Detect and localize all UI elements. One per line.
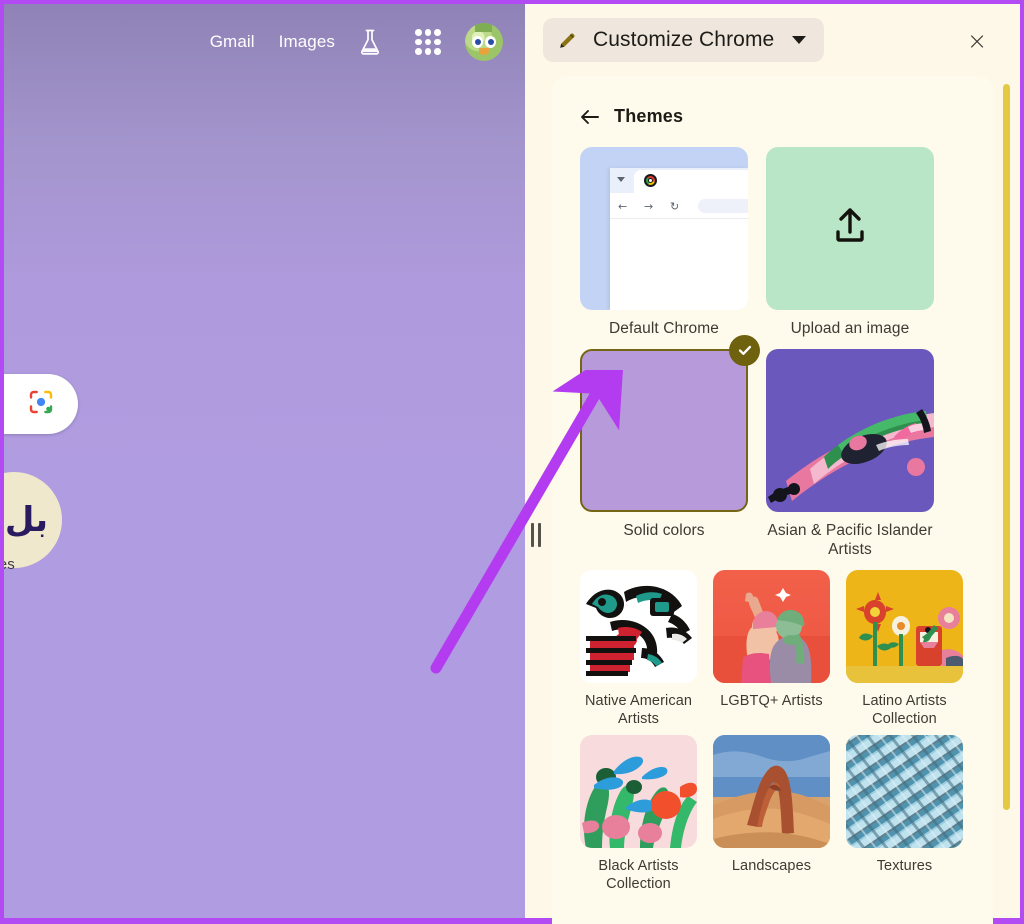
thumbnail-wrap	[580, 334, 760, 512]
themes-row-2: Solid colors Asian & Pacific Islander Ar…	[580, 334, 971, 560]
native-american-thumbnail	[580, 570, 697, 684]
thumbnail-wrap	[580, 570, 697, 684]
reload-mini-icon: ↻	[670, 200, 680, 213]
check-icon	[729, 334, 760, 366]
gmail-link[interactable]: Gmail	[210, 32, 255, 52]
upload-icon	[828, 204, 872, 253]
thumbnail-wrap: ← → ↻	[580, 147, 748, 310]
theme-solid-colors[interactable]: Solid colors	[580, 334, 760, 560]
themes-row-4: Black Artists Collection Landscapes Text…	[580, 734, 971, 894]
stories-label: ries	[4, 556, 15, 573]
theme-black-artists-collection[interactable]: Black Artists Collection	[580, 734, 697, 894]
default-chrome-thumbnail: ← → ↻	[580, 147, 748, 310]
images-link[interactable]: Images	[279, 32, 335, 52]
chrome-logo-icon	[644, 174, 657, 187]
chevron-down-icon[interactable]	[792, 36, 807, 44]
google-lens-button[interactable]	[4, 374, 78, 434]
google-lens-icon	[28, 389, 54, 420]
theme-textures[interactable]: Textures	[846, 734, 963, 894]
account-avatar[interactable]	[465, 23, 503, 61]
thumbnail-wrap	[846, 734, 963, 848]
theme-lgbtq-artists[interactable]: LGBTQ+ Artists	[713, 570, 830, 729]
google-apps-grid-icon[interactable]	[413, 27, 443, 57]
lgbtq-artists-thumbnail	[713, 570, 830, 684]
asian-pacific-islander-thumbnail	[766, 348, 934, 512]
theme-caption: Black Artists Collection	[598, 857, 679, 893]
theme-caption: Textures	[876, 857, 933, 874]
labs-flask-icon[interactable]	[353, 25, 387, 59]
theme-upload-an-image[interactable]: Upload an image	[766, 147, 934, 339]
forward-arrow-mini-icon: →	[644, 200, 654, 213]
thumbnail-wrap	[766, 348, 934, 512]
theme-asian-pacific-islander-artists[interactable]: Asian & Pacific Islander Artists	[766, 348, 934, 560]
back-arrow-icon[interactable]	[580, 108, 600, 126]
close-icon[interactable]: ×	[962, 26, 992, 56]
panel-scrollbar[interactable]	[1003, 84, 1010, 810]
theme-caption: Upload an image	[790, 320, 910, 337]
textures-thumbnail	[846, 734, 963, 848]
theme-caption: Native American Artists	[584, 693, 693, 728]
thumbnail-wrap	[846, 570, 963, 684]
screenshot-frame: Gmail Images بل s Customize Chrome × The…	[0, 0, 1024, 924]
black-artists-thumbnail	[580, 734, 697, 848]
panel-resize-handle[interactable]	[529, 522, 543, 548]
stories-thumbnail[interactable]: بل	[4, 472, 62, 568]
customize-chrome-menu-button[interactable]: Customize Chrome	[543, 18, 825, 62]
solid-colors-thumbnail	[580, 348, 748, 512]
landscapes-thumbnail	[713, 734, 830, 848]
back-arrow-mini-icon: ←	[618, 200, 628, 213]
theme-caption: LGBTQ+ Artists	[720, 693, 823, 710]
themes-row-1: ← → ↻ Default Chrome Upload an image	[580, 147, 971, 339]
new-tab-page: Gmail Images بل s	[4, 4, 525, 918]
theme-native-american-artists[interactable]: Native American Artists	[580, 570, 697, 729]
theme-caption: Landscapes	[731, 857, 812, 874]
theme-caption: Asian & Pacific Islander Artists	[767, 521, 933, 559]
themes-title: Themes	[614, 106, 684, 126]
thumbnail-wrap	[713, 570, 830, 684]
panel-title: Customize Chrome	[593, 28, 775, 51]
theme-default-chrome[interactable]: ← → ↻ Default Chrome	[580, 147, 748, 339]
themes-row-3: Native American Artists LGBTQ+ Artists L…	[580, 570, 971, 729]
theme-latino-artists-collection[interactable]: Latino Artists Collection	[846, 570, 963, 729]
theme-caption: Solid colors	[623, 521, 705, 539]
panel-header: Customize Chrome ×	[525, 4, 1020, 76]
address-bar-mini	[698, 199, 748, 213]
thumbnail-wrap	[713, 734, 830, 848]
thumbnail-wrap	[580, 734, 697, 848]
stories-glyph: بل	[4, 500, 48, 540]
upload-image-thumbnail	[766, 147, 934, 310]
themes-card: Themes ← → ↻ Default Chrome Upload an im…	[552, 76, 993, 924]
themes-header: Themes	[552, 76, 993, 147]
theme-caption: Latino Artists Collection	[862, 693, 947, 728]
theme-landscapes[interactable]: Landscapes	[713, 734, 830, 894]
themes-grid: ← → ↻ Default Chrome Upload an image Sol…	[552, 147, 993, 894]
theme-caption: Default Chrome	[609, 320, 719, 337]
thumbnail-wrap	[766, 147, 934, 310]
google-topbar: Gmail Images	[4, 4, 525, 80]
latino-artists-thumbnail	[846, 570, 963, 684]
pencil-icon	[557, 29, 579, 51]
